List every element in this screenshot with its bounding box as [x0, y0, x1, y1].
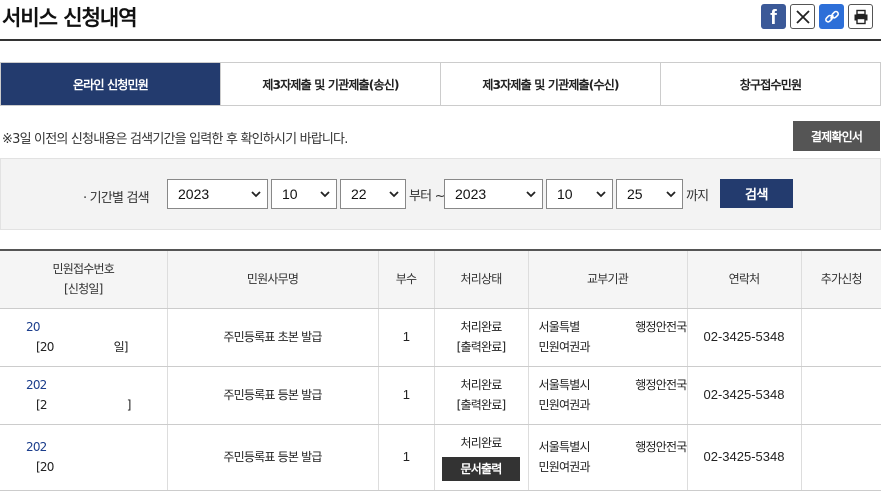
- period-search-label: · 기간별 검색: [83, 191, 150, 206]
- to-year-value: 2023: [455, 186, 487, 202]
- additional-request-cell: [800, 308, 881, 367]
- tab-counter-applications[interactable]: 창구접수민원: [660, 63, 880, 105]
- facebook-share-button[interactable]: f: [761, 4, 786, 29]
- tab-online-applications[interactable]: 온라인 신청민원: [1, 63, 220, 105]
- print-button[interactable]: [848, 4, 873, 29]
- contact-cell: 02-3425-5348: [686, 424, 801, 491]
- search-button[interactable]: 검색: [720, 179, 793, 208]
- header-copies: 부수: [377, 249, 434, 309]
- chevron-down-icon: [596, 191, 606, 198]
- payment-confirmation-button[interactable]: 결제확인서: [793, 121, 880, 151]
- search-notice: ※3일 이전의 신청내용은 검색기간을 입력한 후 확인하시기 바랍니다.: [2, 132, 348, 147]
- application-date: [20: [36, 460, 54, 474]
- header-id-line2: [신청일]: [64, 282, 103, 297]
- office-dept: 행정안전국: [635, 320, 687, 334]
- office-city: 서울특별시: [538, 378, 591, 392]
- application-date: [2]: [36, 398, 131, 412]
- from-day-select[interactable]: 22: [340, 179, 406, 209]
- application-number-link[interactable]: 202: [26, 437, 167, 457]
- header-issuing-office: 교부기관: [527, 249, 687, 309]
- to-month-value: 10: [557, 186, 573, 202]
- substatus-text: [출력완료]: [456, 340, 507, 354]
- issuing-office-cell: 서울특별 행정안전국 민원여권과: [527, 308, 687, 367]
- table-row: 202 [20 주민등록표 등본 발급 1 처리완료 문서출력 서울특별시 행정안…: [0, 424, 881, 491]
- header-service-name: 민원사무명: [166, 249, 378, 309]
- office-division: 민원여권과: [538, 460, 591, 474]
- additional-request-cell: [800, 424, 881, 491]
- chevron-down-icon: [389, 191, 399, 198]
- contact-cell: 02-3425-5348: [686, 366, 801, 425]
- tab-bar: 온라인 신청민원 제3자제출 및 기관제출(송신) 제3자제출 및 기관제출(수…: [0, 62, 881, 106]
- application-number-cell: 202 [2]: [0, 366, 167, 425]
- contact-cell: 02-3425-5348: [686, 308, 801, 367]
- status-cell: 처리완료 [출력완료]: [433, 308, 528, 367]
- from-year-select[interactable]: 2023: [167, 179, 268, 209]
- chevron-down-icon: [526, 191, 536, 198]
- application-number-cell: 20 [20 일]: [0, 308, 167, 367]
- facebook-icon: f: [770, 6, 777, 29]
- substatus-text: [출력완료]: [456, 398, 507, 412]
- status-text: 처리완료: [460, 378, 503, 392]
- from-month-value: 10: [282, 186, 298, 202]
- header-additional-request: 추가신청: [800, 249, 881, 309]
- additional-request-cell: [800, 366, 881, 425]
- status-text: 처리완료: [460, 320, 503, 334]
- to-month-select[interactable]: 10: [546, 179, 613, 209]
- application-number-link[interactable]: 20: [26, 317, 167, 337]
- issuing-office-cell: 서울특별시 행정안전국 민원여권과: [527, 424, 687, 491]
- service-name-cell: 주민등록표 등본 발급: [166, 424, 378, 491]
- status-cell: 처리완료 문서출력: [433, 424, 528, 491]
- from-year-value: 2023: [178, 186, 210, 202]
- chevron-down-icon: [251, 191, 261, 198]
- copies-cell: 1: [377, 424, 434, 491]
- header-id-line1: 민원접수번호: [52, 262, 115, 277]
- application-number-cell: 202 [20: [0, 424, 167, 491]
- copy-link-button[interactable]: [819, 4, 844, 29]
- copies-cell: 1: [377, 308, 434, 367]
- application-number-link[interactable]: 202: [26, 375, 167, 395]
- tab-third-party-sent[interactable]: 제3자제출 및 기관제출(송신): [220, 63, 440, 105]
- from-month-select[interactable]: 10: [271, 179, 337, 209]
- x-share-button[interactable]: [790, 4, 815, 29]
- page-title: 서비스 신청내역: [2, 6, 138, 30]
- header-application-number: 민원접수번호 [신청일]: [0, 249, 167, 309]
- header-status: 처리상태: [433, 249, 528, 309]
- tab-third-party-received[interactable]: 제3자제출 및 기관제출(수신): [440, 63, 660, 105]
- office-division: 민원여권과: [538, 340, 591, 354]
- to-year-select[interactable]: 2023: [444, 179, 543, 209]
- title-divider: [0, 39, 881, 41]
- header-contact: 연락처: [686, 249, 801, 309]
- link-icon: [824, 10, 839, 23]
- office-city: 서울특별시: [538, 440, 591, 454]
- from-suffix: 부터 ~: [409, 189, 446, 204]
- print-document-button[interactable]: 문서출력: [442, 457, 520, 481]
- to-day-value: 25: [627, 186, 643, 202]
- copies-cell: 1: [377, 366, 434, 425]
- service-name-cell: 주민등록표 초본 발급: [166, 308, 378, 367]
- from-day-value: 22: [351, 186, 367, 202]
- chevron-down-icon: [666, 191, 676, 198]
- office-division: 민원여권과: [538, 398, 591, 412]
- issuing-office-cell: 서울특별시 행정안전국 민원여권과: [527, 366, 687, 425]
- status-cell: 처리완료 [출력완료]: [433, 366, 528, 425]
- to-suffix: 까지: [686, 189, 709, 204]
- share-toolbar: f: [761, 4, 873, 29]
- printer-icon: [854, 9, 867, 24]
- application-date: [20 일]: [36, 340, 128, 354]
- service-name-cell: 주민등록표 등본 발급: [166, 366, 378, 425]
- table-header-row: 민원접수번호 [신청일] 민원사무명 부수 처리상태 교부기관 연락처 추가신청: [0, 249, 881, 309]
- table-row: 20 [20 일] 주민등록표 초본 발급 1 처리완료 [출력완료] 서울특별 행…: [0, 308, 881, 367]
- office-city: 서울특별: [538, 320, 581, 334]
- table-row: 202 [2] 주민등록표 등본 발급 1 처리완료 [출력완료] 서울특별시 행…: [0, 366, 881, 425]
- applications-table: 민원접수번호 [신청일] 민원사무명 부수 처리상태 교부기관 연락처 추가신청…: [0, 249, 881, 491]
- search-panel: · 기간별 검색 2023 10 22 부터 ~ 2023 10 25 까지 검…: [0, 158, 881, 230]
- to-day-select[interactable]: 25: [616, 179, 683, 209]
- x-icon: [795, 9, 810, 24]
- office-dept: 행정안전국: [635, 378, 687, 392]
- chevron-down-icon: [320, 191, 330, 198]
- office-dept: 행정안전국: [635, 440, 687, 454]
- status-text: 처리완료: [460, 436, 503, 450]
